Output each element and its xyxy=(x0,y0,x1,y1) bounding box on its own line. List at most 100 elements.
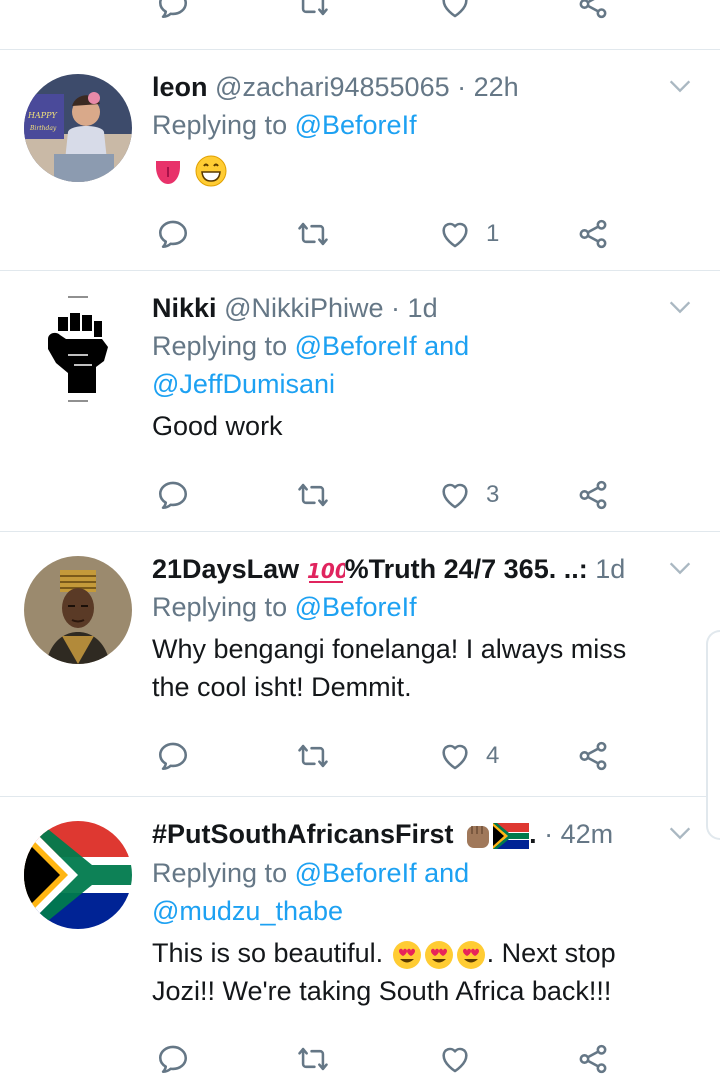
user-handle[interactable]: @NikkiPhiwe xyxy=(224,293,383,323)
display-name-text: #PutSouthAfricansFirst xyxy=(152,819,454,849)
reply-icon xyxy=(158,1045,188,1074)
chevron-down-icon xyxy=(669,827,691,840)
replying-to: Replying to @BeforeIf and @mudzu_thabe xyxy=(152,854,672,930)
action-bar: 4 xyxy=(152,736,632,776)
retweet-button[interactable] xyxy=(296,736,330,776)
share-icon xyxy=(579,0,607,19)
tweet-item[interactable]: 21DaysLaw 100 %Truth 24/7 365. ..: 1d Rep… xyxy=(0,532,720,797)
tongue-emoji-icon xyxy=(152,155,184,187)
timestamp[interactable]: 1d xyxy=(595,554,625,584)
mention-link[interactable]: @BeforeIf xyxy=(295,858,417,888)
tweet-content: leon @zachari94855065 · 22h Replying to … xyxy=(152,70,672,188)
tweet-text-line: Why bengangi fonelanga! I always miss xyxy=(152,634,627,664)
reply-button[interactable] xyxy=(156,214,190,254)
like-count: 1 xyxy=(486,220,500,247)
tweet-menu-button[interactable] xyxy=(666,819,694,847)
display-name-suffix: %Truth 24/7 365. ..: xyxy=(344,554,588,584)
share-button[interactable] xyxy=(576,214,610,254)
reply-icon xyxy=(158,742,188,771)
tweet-header: leon @zachari94855065 · 22h xyxy=(152,70,672,104)
mention-link[interactable]: @JeffDumisani xyxy=(152,369,335,399)
tweet-item[interactable]: HAPPY Birthday leon @zachari94855065 · 2… xyxy=(0,50,720,271)
separator-dot: · xyxy=(544,819,554,849)
retweet-button[interactable] xyxy=(296,475,330,515)
tweet-feed: HAPPY Birthday leon @zachari94855065 · 2… xyxy=(0,0,720,1084)
retweet-button[interactable] xyxy=(296,0,330,24)
tweet-text: Good work xyxy=(152,411,283,441)
retweet-button[interactable] xyxy=(296,1039,330,1079)
replying-to-joiner: and xyxy=(424,857,470,888)
timestamp[interactable]: 22h xyxy=(474,72,519,102)
replying-to-label: Replying to xyxy=(152,331,288,361)
reply-button[interactable] xyxy=(156,0,190,24)
baby-photo-avatar-icon: HAPPY Birthday xyxy=(24,74,132,182)
avatar[interactable] xyxy=(24,821,132,929)
like-button[interactable] xyxy=(438,1039,472,1079)
replying-to-joiner: and xyxy=(424,331,470,361)
heart-icon xyxy=(442,1047,468,1073)
like-button[interactable]: 1 xyxy=(438,214,499,254)
mention-link[interactable]: @BeforeIf xyxy=(295,331,417,361)
reply-icon xyxy=(158,0,188,19)
reply-icon xyxy=(158,220,188,249)
mention-link[interactable]: @mudzu_thabe xyxy=(152,896,343,926)
like-button[interactable]: 4 xyxy=(438,736,499,776)
heart-eyes-emoji-icon xyxy=(391,939,487,971)
action-bar: 3 xyxy=(152,475,632,515)
display-name-suffix: . xyxy=(529,819,537,849)
share-icon xyxy=(579,1044,607,1074)
mention-link[interactable]: @BeforeIf xyxy=(295,592,417,622)
tweet-menu-button[interactable] xyxy=(666,554,694,582)
hundred-points-emoji-icon: 100 xyxy=(307,558,345,584)
share-button[interactable] xyxy=(576,475,610,515)
share-button[interactable] xyxy=(576,736,610,776)
tweet-item[interactable]: Nikki @NikkiPhiwe · 1d Replying to @Befo… xyxy=(0,271,720,532)
svg-text:Birthday: Birthday xyxy=(29,125,57,132)
retweet-icon xyxy=(298,483,328,507)
like-count: 3 xyxy=(486,481,500,508)
chevron-down-icon xyxy=(669,301,691,314)
replying-to-label: Replying to xyxy=(152,110,288,140)
tweet-menu-button[interactable] xyxy=(666,72,694,100)
retweet-button[interactable] xyxy=(296,214,330,254)
share-icon xyxy=(579,741,607,771)
scroll-handle[interactable] xyxy=(706,630,720,840)
replying-to: Replying to @BeforeIf and @JeffDumisani xyxy=(152,327,672,403)
display-name[interactable]: Nikki xyxy=(152,293,217,323)
share-button[interactable] xyxy=(576,1039,610,1079)
tweet-item[interactable]: #PutSouthAfricansFirst . · 42m Replying … xyxy=(0,797,720,1084)
timestamp[interactable]: 1d xyxy=(408,293,438,323)
tweet-text-line: . Next stop xyxy=(486,937,616,968)
tweet-text-line: This is so beautiful. xyxy=(152,937,384,968)
separator-dot: · xyxy=(457,72,467,102)
tweet-text-line: the cool isht! Demmit. xyxy=(152,672,412,702)
timestamp[interactable]: 42m xyxy=(561,819,614,849)
retweet-icon xyxy=(301,0,328,16)
tweet-menu-button[interactable] xyxy=(666,293,694,321)
tweet-header: #PutSouthAfricansFirst . · 42m xyxy=(152,817,672,852)
display-name[interactable]: leon xyxy=(152,72,208,102)
raised-fist-emoji-icon xyxy=(461,820,493,852)
tweet-header: Nikki @NikkiPhiwe · 1d xyxy=(152,291,672,325)
action-bar xyxy=(152,1039,632,1079)
avatar[interactable] xyxy=(24,556,132,664)
reply-button[interactable] xyxy=(156,736,190,776)
share-button[interactable] xyxy=(576,0,610,24)
replying-to-label: Replying to xyxy=(152,857,288,888)
display-name[interactable]: 21DaysLaw 100 %Truth 24/7 365. ..: xyxy=(152,554,588,584)
tweet-text-line: Jozi!! We're taking South Africa back!!! xyxy=(152,975,612,1006)
avatar[interactable] xyxy=(24,295,132,403)
tweet-header: 21DaysLaw 100 %Truth 24/7 365. ..: 1d xyxy=(152,552,672,586)
reply-button[interactable] xyxy=(156,475,190,515)
user-handle[interactable]: @zachari94855065 xyxy=(215,72,450,102)
chevron-down-icon xyxy=(669,80,691,93)
display-name[interactable]: #PutSouthAfricansFirst . xyxy=(152,819,537,849)
retweet-icon xyxy=(298,744,328,768)
avatar[interactable]: HAPPY Birthday xyxy=(24,74,132,182)
heart-icon xyxy=(442,222,468,248)
like-button[interactable] xyxy=(438,0,472,24)
mention-link[interactable]: @BeforeIf xyxy=(295,110,417,140)
reply-button[interactable] xyxy=(156,1039,190,1079)
like-button[interactable]: 3 xyxy=(438,475,499,515)
tweet-text: This is so beautiful. . Next stop Jozi!!… xyxy=(152,934,672,1010)
